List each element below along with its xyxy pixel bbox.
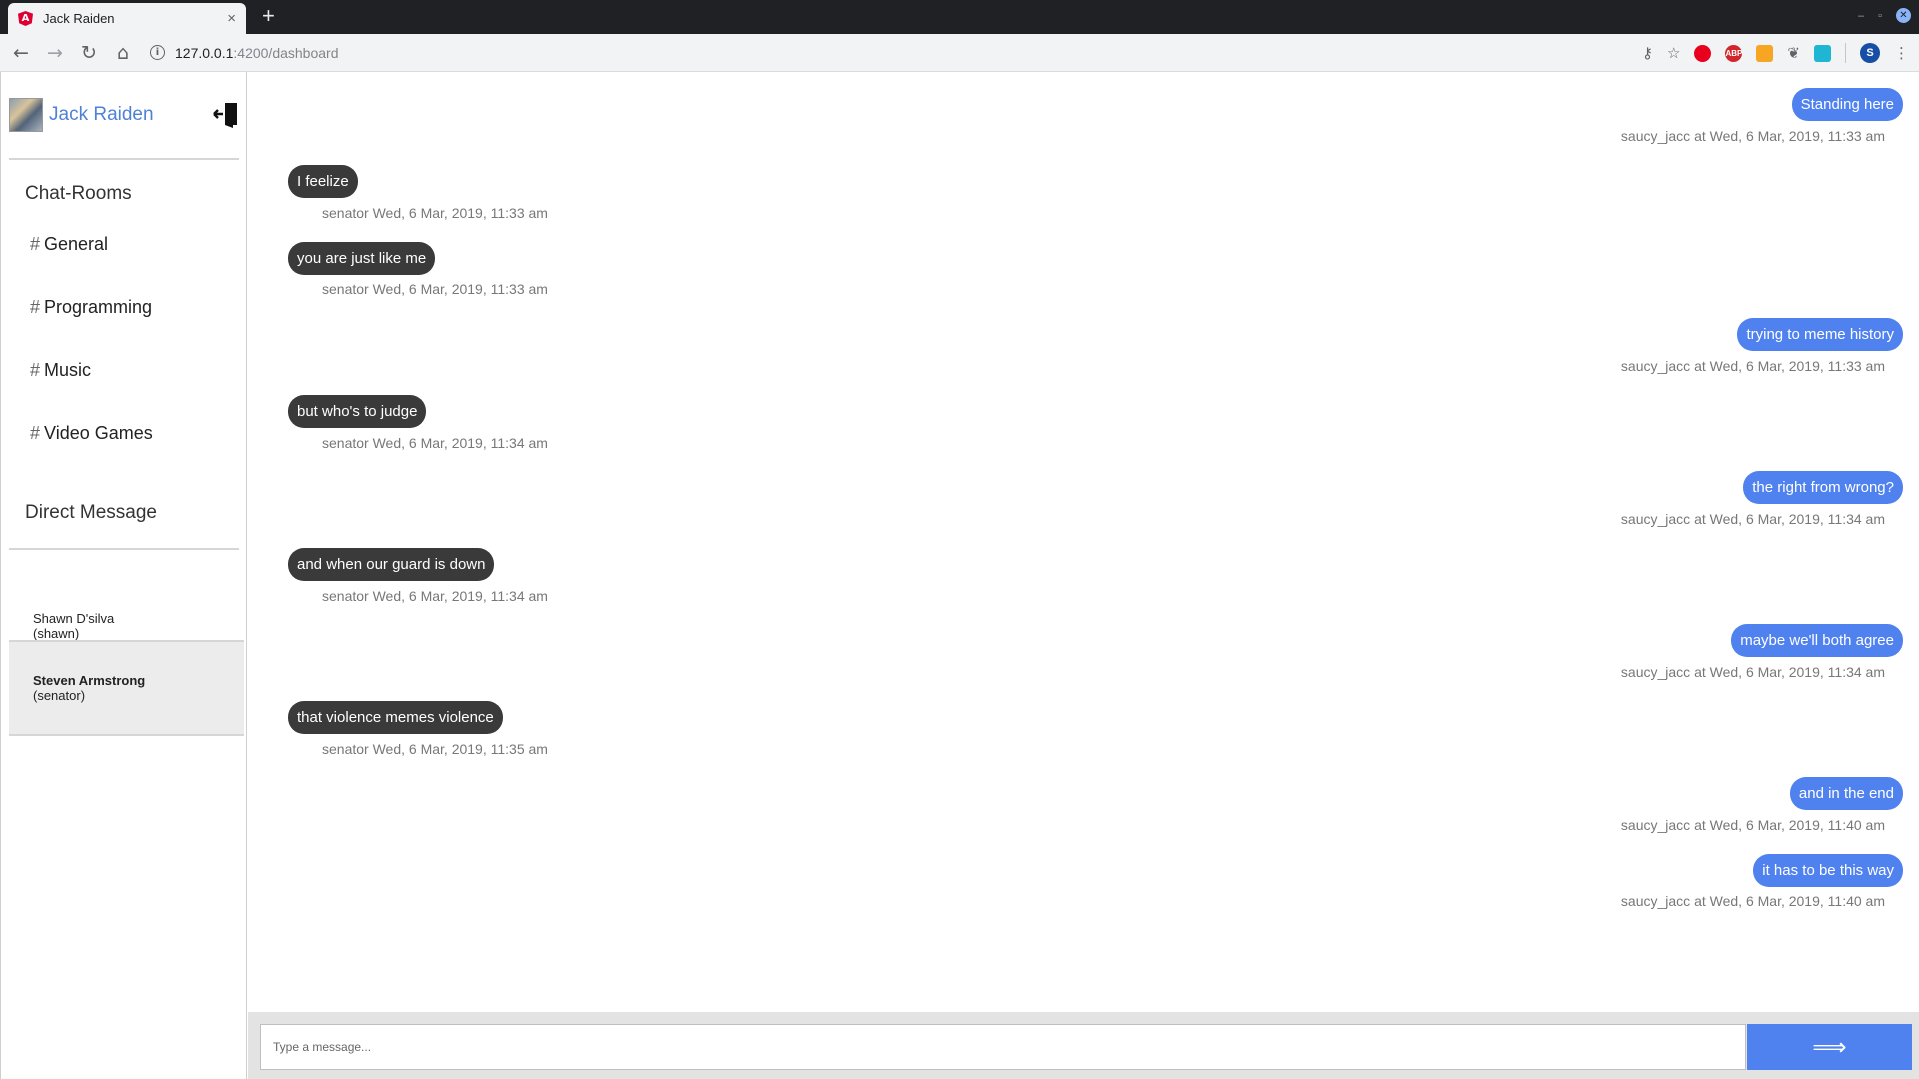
- message-meta: senator Wed, 6 Mar, 2019, 11:35 am: [322, 741, 548, 757]
- message-incoming: you are just like me: [288, 242, 436, 275]
- star-icon[interactable]: ☆: [1667, 44, 1680, 62]
- dm-item-steven[interactable]: Steven Armstrong (senator): [9, 640, 244, 736]
- chat-rooms-title: Chat-Rooms: [25, 183, 132, 204]
- send-button[interactable]: ⟹: [1747, 1024, 1912, 1070]
- tab-title: Jack Raiden: [43, 11, 115, 26]
- key-icon[interactable]: ⚷: [1642, 44, 1653, 62]
- message-meta: senator Wed, 6 Mar, 2019, 11:34 am: [322, 588, 548, 604]
- dm-handle: (shawn): [33, 626, 80, 641]
- reload-icon[interactable]: ↻: [72, 42, 106, 64]
- adblock-icon[interactable]: ABP: [1725, 44, 1743, 62]
- sidebar-divider: [9, 548, 239, 550]
- message-bubble: and in the end: [1789, 777, 1903, 810]
- direct-message-title: Direct Message: [25, 502, 157, 523]
- tab-close-icon[interactable]: ×: [227, 10, 236, 27]
- opera-extension-icon[interactable]: [1694, 44, 1712, 62]
- message-meta: senator Wed, 6 Mar, 2019, 11:34 am: [322, 435, 548, 451]
- room-label: General: [44, 234, 109, 254]
- message-bubble: and when our guard is down: [288, 548, 495, 581]
- message-meta: saucy_jacc at Wed, 6 Mar, 2019, 11:40 am: [1620, 893, 1885, 909]
- hash-icon: #: [30, 423, 41, 443]
- message-outgoing: maybe we'll both agree: [1731, 624, 1903, 657]
- dm-name: Steven Armstrong: [33, 673, 146, 688]
- message-meta: senator Wed, 6 Mar, 2019, 11:33 am: [322, 281, 548, 297]
- hash-icon: #: [30, 234, 41, 254]
- message-incoming: I feelize: [288, 165, 358, 198]
- message-outgoing: trying to meme history: [1737, 318, 1903, 351]
- message-meta: senator Wed, 6 Mar, 2019, 11:33 am: [322, 205, 548, 221]
- room-label: Music: [44, 360, 92, 380]
- back-arrow-icon[interactable]: ←: [4, 42, 38, 64]
- user-name[interactable]: Jack Raiden: [49, 104, 154, 126]
- angular-favicon-icon: A: [18, 11, 33, 26]
- room-label: Video Games: [44, 423, 153, 443]
- colorpick-extension-icon[interactable]: [1756, 44, 1774, 62]
- browser-toolbar: ← → ↻ ⌂ i 127.0.0.1:4200/dashboard ⚷ ☆ A…: [0, 34, 1919, 72]
- message-outgoing: and in the end: [1789, 777, 1903, 810]
- profile-avatar[interactable]: S: [1860, 43, 1880, 63]
- message-bubble: Standing here: [1791, 88, 1903, 121]
- message-meta: saucy_jacc at Wed, 6 Mar, 2019, 11:34 am: [1620, 511, 1885, 527]
- url-host: 127.0.0.1: [175, 44, 234, 61]
- message-outgoing: it has to be this way: [1753, 854, 1903, 887]
- new-tab-icon[interactable]: +: [262, 5, 275, 27]
- toolbar-divider: [1845, 43, 1846, 63]
- message-input[interactable]: [260, 1024, 1746, 1070]
- dm-name: Shawn D'silva: [33, 611, 115, 626]
- room-general[interactable]: # General: [30, 234, 108, 255]
- message-bubble: that violence memes violence: [288, 701, 503, 734]
- menu-kebab-icon[interactable]: ⋮: [1894, 44, 1909, 62]
- site-info-icon[interactable]: i: [150, 45, 165, 60]
- message-meta: saucy_jacc at Wed, 6 Mar, 2019, 11:40 am: [1620, 817, 1885, 833]
- message-meta: saucy_jacc at Wed, 6 Mar, 2019, 11:33 am: [1620, 358, 1885, 374]
- message-meta: saucy_jacc at Wed, 6 Mar, 2019, 11:33 am: [1620, 128, 1885, 144]
- message-meta: saucy_jacc at Wed, 6 Mar, 2019, 11:34 am: [1620, 664, 1885, 680]
- user-header: Jack Raiden: [9, 98, 239, 132]
- message-incoming: and when our guard is down: [288, 548, 495, 581]
- hash-icon: #: [30, 297, 41, 317]
- home-icon[interactable]: ⌂: [106, 42, 140, 64]
- message-list: Standing here saucy_jacc at Wed, 6 Mar, …: [248, 72, 1919, 1012]
- browser-tab-bar: A Jack Raiden × + – ▫ ✕: [0, 0, 1919, 34]
- message-bubble: the right from wrong?: [1743, 471, 1903, 504]
- hash-icon: #: [30, 360, 41, 380]
- room-music[interactable]: # Music: [30, 360, 91, 381]
- extension-icon[interactable]: ❦: [1787, 44, 1800, 62]
- avatar[interactable]: [9, 98, 43, 132]
- minimize-icon[interactable]: –: [1858, 10, 1864, 22]
- window-close-icon[interactable]: ✕: [1896, 8, 1911, 23]
- message-outgoing: Standing here: [1791, 88, 1903, 121]
- message-incoming: but who's to judge: [288, 395, 427, 428]
- browser-tab[interactable]: A Jack Raiden ×: [8, 3, 246, 34]
- message-bubble: I feelize: [288, 165, 358, 198]
- logout-icon[interactable]: [213, 100, 239, 128]
- sidebar: Jack Raiden Chat-Rooms # General # Program…: [0, 72, 247, 1079]
- room-label: Programming: [44, 297, 153, 317]
- sidebar-divider: [9, 158, 239, 160]
- message-bubble: it has to be this way: [1753, 854, 1903, 887]
- address-bar[interactable]: i 127.0.0.1:4200/dashboard: [150, 38, 338, 68]
- message-outgoing: the right from wrong?: [1743, 471, 1903, 504]
- translate-extension-icon[interactable]: [1814, 44, 1831, 62]
- chat-app: Jack Raiden Chat-Rooms # General # Program…: [0, 72, 1919, 1079]
- message-bubble: maybe we'll both agree: [1731, 624, 1903, 657]
- message-bubble: you are just like me: [288, 242, 436, 275]
- room-video-games[interactable]: # Video Games: [30, 423, 153, 444]
- room-programming[interactable]: # Programming: [30, 297, 152, 318]
- url-path: :4200/dashboard: [233, 44, 339, 61]
- extension-area: ⚷ ☆ ABP ❦ S ⋮: [1642, 34, 1909, 72]
- message-bubble: but who's to judge: [288, 395, 427, 428]
- message-bubble: trying to meme history: [1737, 318, 1903, 351]
- message-incoming: that violence memes violence: [288, 701, 503, 734]
- dm-handle: (senator): [33, 688, 86, 703]
- restore-icon[interactable]: ▫: [1878, 10, 1882, 22]
- forward-arrow-icon[interactable]: →: [38, 42, 72, 64]
- window-controls: – ▫ ✕: [1858, 8, 1911, 23]
- message-composer: ⟹: [248, 1012, 1919, 1079]
- send-arrow-icon: ⟹: [1812, 1033, 1847, 1061]
